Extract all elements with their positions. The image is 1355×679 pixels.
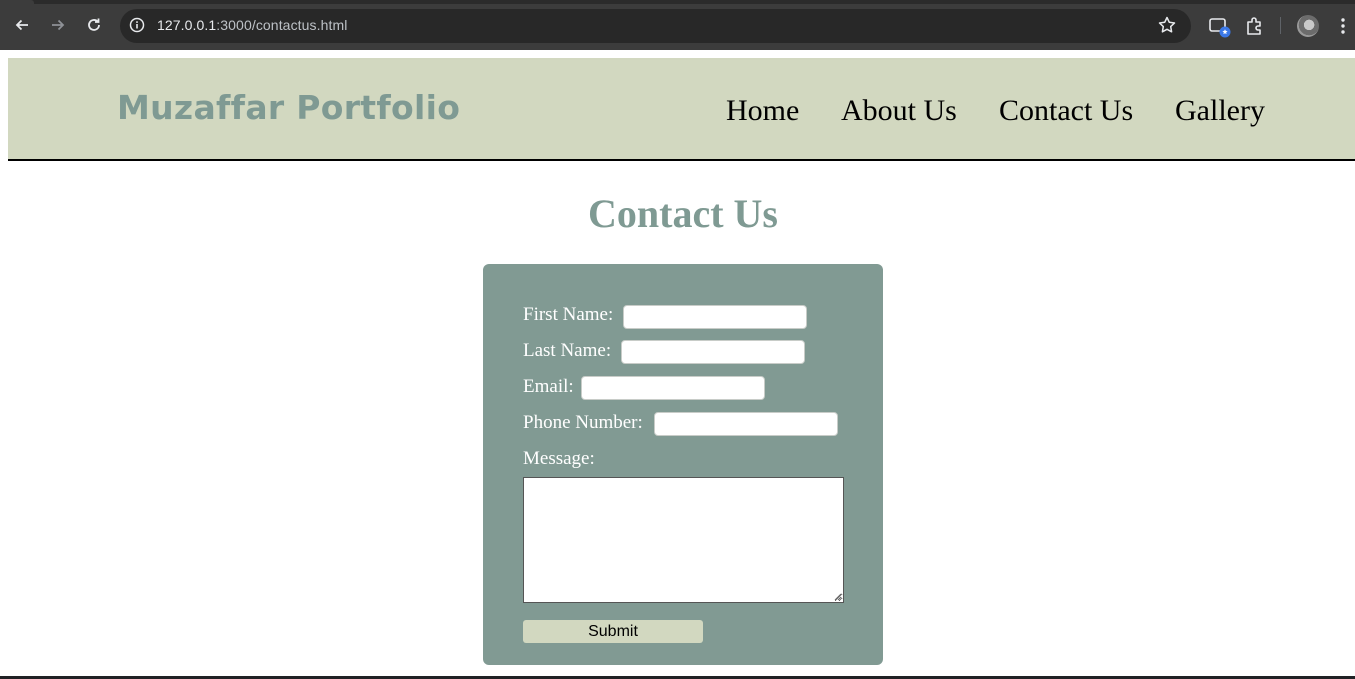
- toolbar-divider: [1280, 17, 1281, 34]
- phone-number-label: Phone Number:: [523, 412, 643, 433]
- forward-arrow-icon[interactable]: [47, 14, 69, 36]
- url-host: 127.0.0.1: [157, 17, 217, 33]
- url-text[interactable]: 127.0.0.1:3000/contactus.html: [157, 17, 347, 33]
- last-name-label: Last Name:: [523, 340, 612, 361]
- message-label: Message:: [523, 448, 595, 469]
- extensions-puzzle-icon[interactable]: [1244, 15, 1266, 37]
- email-label: Email:: [523, 376, 574, 397]
- nav-gallery[interactable]: Gallery: [1175, 94, 1265, 128]
- bookmark-star-icon[interactable]: [1157, 15, 1177, 35]
- tab-search-icon[interactable]: [1208, 15, 1231, 38]
- email-input[interactable]: [581, 376, 765, 400]
- page-viewport: Muzaffar Portfolio Home About Us Contact…: [0, 50, 1355, 676]
- nav-contact-us[interactable]: Contact Us: [999, 94, 1133, 128]
- message-textarea[interactable]: [523, 477, 844, 603]
- contact-form: First Name: Last Name: Email: Phone Numb…: [483, 264, 883, 665]
- resize-grip-icon[interactable]: [832, 591, 842, 601]
- url-path: :3000/contactus.html: [216, 17, 348, 33]
- submit-button[interactable]: Submit: [523, 620, 703, 643]
- site-logo[interactable]: Muzaffar Portfolio: [117, 88, 460, 127]
- site-info-icon[interactable]: [128, 16, 146, 34]
- page-title: Contact Us: [588, 191, 778, 236]
- site-header: Muzaffar Portfolio Home About Us Contact…: [8, 58, 1355, 161]
- profile-avatar[interactable]: [1297, 15, 1319, 37]
- nav-home[interactable]: Home: [726, 94, 799, 128]
- kebab-menu-icon[interactable]: [1336, 15, 1350, 37]
- phone-number-input[interactable]: [654, 412, 838, 436]
- browser-toolbar: 127.0.0.1:3000/contactus.html: [0, 0, 1355, 50]
- first-name-label: First Name:: [523, 304, 614, 325]
- last-name-input[interactable]: [621, 340, 805, 364]
- back-arrow-icon[interactable]: [11, 14, 33, 36]
- nav-about-us[interactable]: About Us: [841, 94, 957, 128]
- active-tab-edge[interactable]: [0, 0, 34, 4]
- reload-icon[interactable]: [83, 14, 105, 36]
- first-name-input[interactable]: [623, 305, 807, 329]
- tab-strip: [0, 0, 1355, 4]
